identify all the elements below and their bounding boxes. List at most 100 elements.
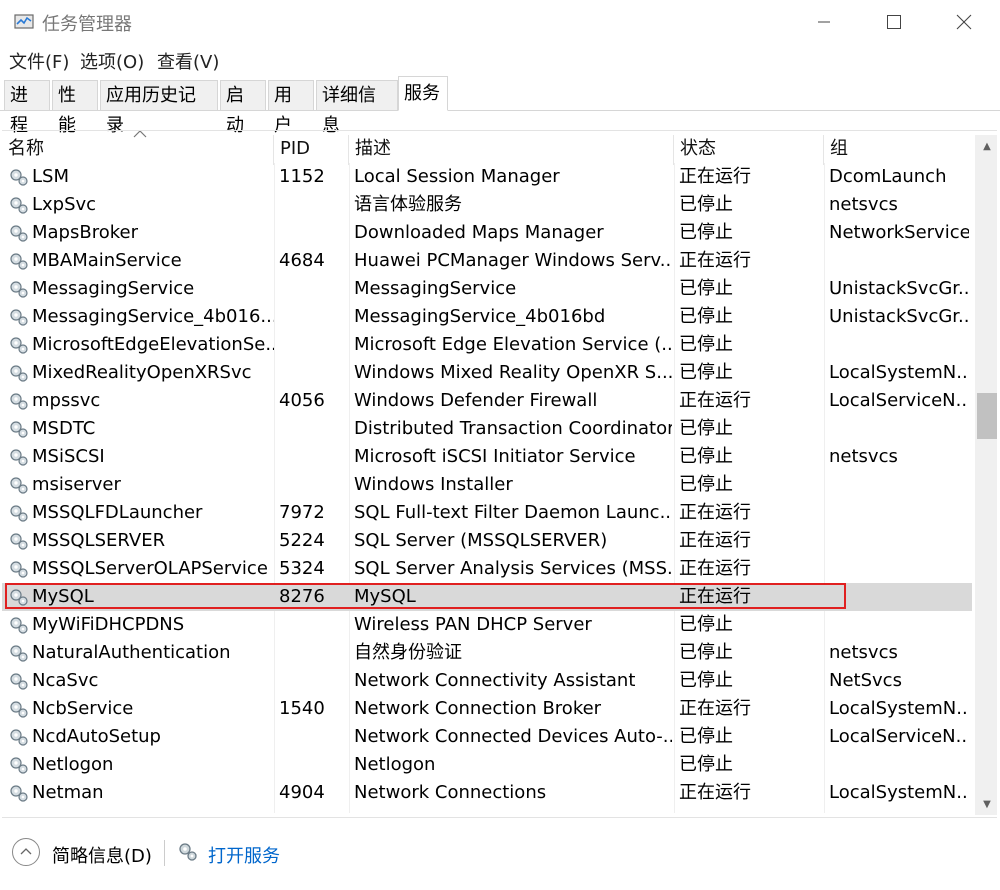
tab-app-history[interactable]: 应用历史记录: [100, 80, 218, 136]
service-row[interactable]: MapsBroker Downloaded Maps Manager 已停止 Netw…: [2, 219, 972, 247]
service-row[interactable]: NcdAutoSetup Network Connected Devices Au…: [2, 723, 972, 751]
service-description: MessagingService_4b016bd: [354, 306, 606, 327]
service-gear-icon: [10, 505, 28, 522]
service-row[interactable]: MBAMainService 4684 Huawei PCManager Windo…: [2, 247, 972, 275]
service-pid: 1540: [279, 698, 325, 719]
service-row[interactable]: MSSQLServerOLAPService 5324 SQL Server Ana…: [2, 555, 972, 583]
service-row[interactable]: MessagingService MessagingService 已停止 Unist…: [2, 275, 972, 303]
service-row[interactable]: Netman 4904 Network Connections 正在运行 LocalSy…: [2, 779, 972, 807]
service-name: MSSQLServerOLAPService: [32, 558, 268, 579]
service-gear-icon: [10, 785, 28, 802]
service-pid: 4056: [279, 390, 325, 411]
maximize-button[interactable]: [860, 0, 928, 44]
service-row[interactable]: MyWiFiDHCPDNS Wireless PAN DHCP Server 已停止: [2, 611, 972, 639]
open-services-link[interactable]: 打开服务: [208, 842, 280, 868]
service-description: Network Connections: [354, 782, 547, 803]
service-group: [829, 555, 969, 583]
service-gear-icon: [10, 701, 28, 718]
service-row[interactable]: msiserver Windows Installer 已停止: [2, 471, 972, 499]
service-name: MixedRealityOpenXRSvc: [32, 362, 252, 383]
service-row[interactable]: MSiSCSI Microsoft iSCSI Initiator Service…: [2, 443, 972, 471]
service-status: 正在运行: [679, 530, 751, 551]
service-row[interactable]: NcbService 1540 Network Connection Broker 正…: [2, 695, 972, 723]
service-description: SQL Server (MSSQLSERVER): [354, 530, 608, 551]
service-pid: 7972: [279, 502, 325, 523]
service-name: MessagingService: [32, 278, 195, 299]
tab-users[interactable]: 用户: [268, 80, 314, 136]
service-row[interactable]: MSSQLSERVER 5224 SQL Server (MSSQLSERVER) 正…: [2, 527, 972, 555]
fewer-details-label[interactable]: 简略信息(D): [52, 842, 152, 868]
service-name: MSDTC: [32, 418, 96, 439]
tab-startup[interactable]: 启动: [220, 80, 266, 136]
service-status: 已停止: [679, 754, 733, 775]
service-gear-icon: [10, 421, 28, 438]
menu-view[interactable]: 查看(V): [157, 48, 219, 74]
column-header-status[interactable]: 状态: [674, 135, 824, 165]
fewer-details-button[interactable]: [12, 838, 40, 866]
service-group: LocalSystemN...: [829, 362, 969, 383]
service-group: NetSvcs: [829, 670, 902, 691]
service-gear-icon: [10, 645, 28, 662]
column-header-pid[interactable]: PID: [274, 135, 349, 165]
service-gear-icon: [10, 225, 28, 242]
tab-processes[interactable]: 进程: [4, 80, 50, 136]
minimize-button[interactable]: [790, 0, 858, 44]
tab-performance[interactable]: 性能: [52, 80, 98, 136]
service-pid: [279, 219, 349, 247]
service-row[interactable]: NaturalAuthentication 自然身份验证 已停止 netsvcs: [2, 639, 972, 667]
service-name: MapsBroker: [32, 222, 138, 243]
services-gear-icon[interactable]: [176, 840, 200, 864]
service-gear-icon: [10, 449, 28, 466]
service-pid: 4684: [279, 250, 325, 271]
service-status: 已停止: [679, 446, 733, 467]
window-title: 任务管理器: [42, 14, 132, 35]
service-group: LocalSystemN...: [829, 782, 969, 803]
service-row[interactable]: NcaSvc Network Connectivity Assistant 已停止 N…: [2, 667, 972, 695]
close-button[interactable]: [930, 0, 998, 44]
menu-options[interactable]: 选项(O): [80, 48, 144, 74]
service-pid: [279, 611, 349, 639]
column-header-group[interactable]: 组: [824, 135, 972, 165]
service-gear-icon: [10, 477, 28, 494]
service-gear-icon: [10, 253, 28, 270]
service-row[interactable]: MessagingService_4b016... MessagingServic…: [2, 303, 972, 331]
service-row[interactable]: MySQL 8276 MySQL 正在运行: [2, 583, 972, 611]
scroll-up-arrow-icon[interactable]: ▲: [975, 135, 997, 157]
service-row[interactable]: LxpSvc 语言体验服务 已停止 netsvcs: [2, 191, 972, 219]
service-status: 已停止: [679, 334, 733, 355]
service-name: MSSQLFDLauncher: [32, 502, 203, 523]
service-name: mpssvc: [32, 390, 101, 411]
menu-file[interactable]: 文件(F): [9, 48, 69, 74]
service-pid: [279, 359, 349, 387]
service-name: MySQL: [32, 586, 94, 607]
service-row[interactable]: MSDTC Distributed Transaction Coordinator…: [2, 415, 972, 443]
service-status: 已停止: [679, 670, 733, 691]
column-header-description[interactable]: 描述: [349, 135, 674, 165]
column-header-name[interactable]: 名称: [2, 135, 274, 165]
service-row[interactable]: LSM 1152 Local Session Manager 正在运行 DcomLaun…: [2, 163, 972, 191]
service-pid: [279, 751, 349, 779]
service-group: [829, 527, 969, 555]
tab-services[interactable]: 服务: [398, 76, 448, 111]
service-status: 正在运行: [679, 390, 751, 411]
service-row[interactable]: MSSQLFDLauncher 7972 SQL Full-text Filter …: [2, 499, 972, 527]
service-name: MSSQLSERVER: [32, 530, 166, 551]
service-description: MySQL: [354, 586, 416, 607]
service-pid: [279, 639, 349, 667]
service-row[interactable]: Netlogon Netlogon 已停止: [2, 751, 972, 779]
service-row[interactable]: mpssvc 4056 Windows Defender Firewall 正在运行 L…: [2, 387, 972, 415]
service-name: NcbService: [32, 698, 134, 719]
service-gear-icon: [10, 589, 28, 606]
scroll-down-arrow-icon[interactable]: ▼: [975, 793, 997, 815]
service-pid: [279, 723, 349, 751]
service-name: LxpSvc: [32, 194, 97, 215]
service-row[interactable]: MicrosoftEdgeElevationSe... Microsoft Edg…: [2, 331, 972, 359]
tab-details[interactable]: 详细信息: [316, 80, 398, 136]
service-status: 正在运行: [679, 782, 751, 803]
service-name: NcaSvc: [32, 670, 99, 691]
service-status: 正在运行: [679, 250, 751, 271]
service-row[interactable]: MixedRealityOpenXRSvc Windows Mixed Reali…: [2, 359, 972, 387]
scrollbar-thumb[interactable]: [977, 393, 997, 439]
vertical-scrollbar[interactable]: ▲ ▼: [975, 135, 997, 815]
service-group: [829, 331, 969, 359]
